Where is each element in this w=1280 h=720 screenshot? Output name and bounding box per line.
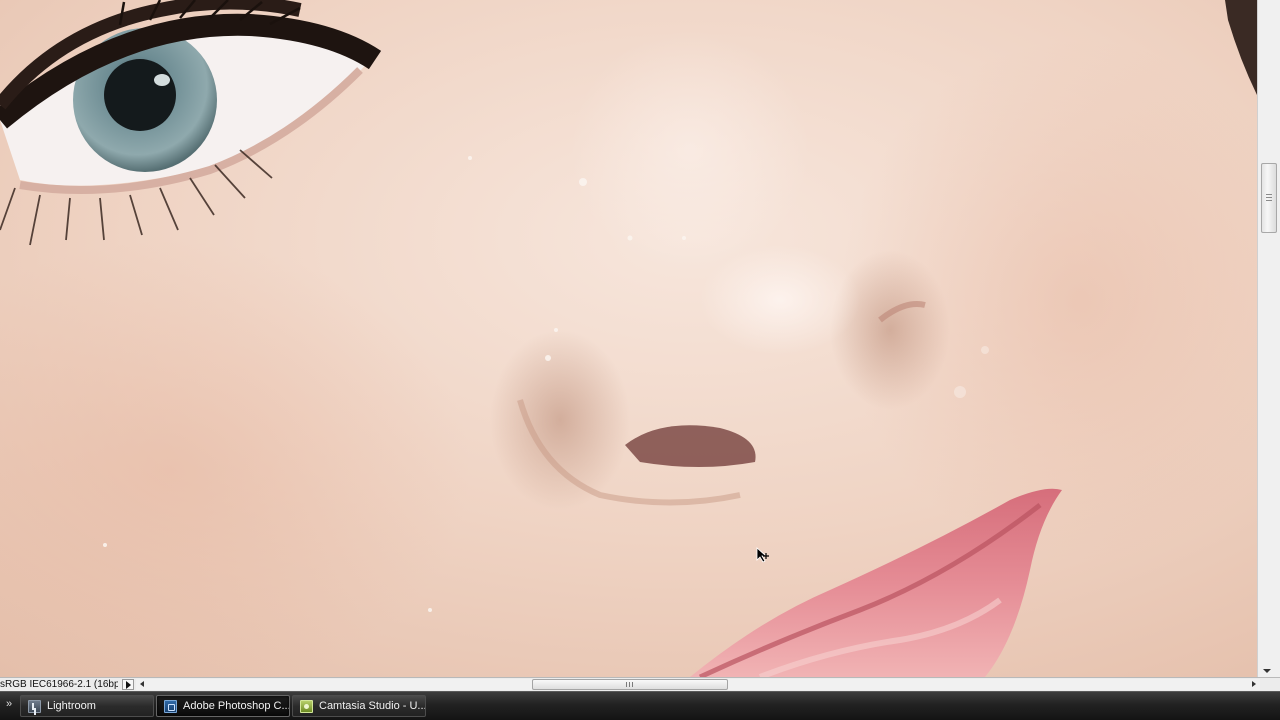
camtasia-icon <box>300 700 313 713</box>
scroll-right-arrow-icon[interactable] <box>1252 681 1256 687</box>
status-menu-arrow-icon[interactable] <box>122 679 134 690</box>
vertical-scrollbar[interactable] <box>1257 0 1280 677</box>
taskbar-item-label: Lightroom <box>47 700 96 712</box>
taskbar-overflow-button[interactable]: » <box>2 695 16 715</box>
horizontal-scroll-thumb[interactable] <box>532 679 728 690</box>
windows-taskbar: » Lightroom Adobe Photoshop C... Camtasi… <box>0 691 1280 720</box>
lightroom-icon <box>28 700 41 713</box>
scroll-left-arrow-icon[interactable] <box>140 681 144 687</box>
photoshop-window: sRGB IEC61966-2.1 (16bpc) » Lightroom Ad… <box>0 0 1280 720</box>
taskbar-item-label: Camtasia Studio - U... <box>319 700 426 712</box>
document-status-bar: sRGB IEC61966-2.1 (16bpc) <box>0 677 1280 691</box>
scroll-grip-icon <box>626 682 633 687</box>
horizontal-scrollbar[interactable] <box>136 679 1260 690</box>
vertical-scroll-thumb[interactable] <box>1261 163 1277 233</box>
portrait-photo <box>0 0 1257 677</box>
taskbar-item-camtasia[interactable]: Camtasia Studio - U... <box>292 695 426 717</box>
photoshop-icon <box>164 700 177 713</box>
scroll-grip-icon <box>1266 194 1272 202</box>
document-canvas[interactable] <box>0 0 1257 677</box>
taskbar-item-lightroom[interactable]: Lightroom <box>20 695 154 717</box>
document-profile-readout: sRGB IEC61966-2.1 (16bpc) <box>0 679 118 690</box>
scroll-down-arrow-icon[interactable] <box>1263 669 1271 673</box>
taskbar-item-photoshop[interactable]: Adobe Photoshop C... <box>156 695 290 717</box>
taskbar-item-label: Adobe Photoshop C... <box>183 700 290 712</box>
